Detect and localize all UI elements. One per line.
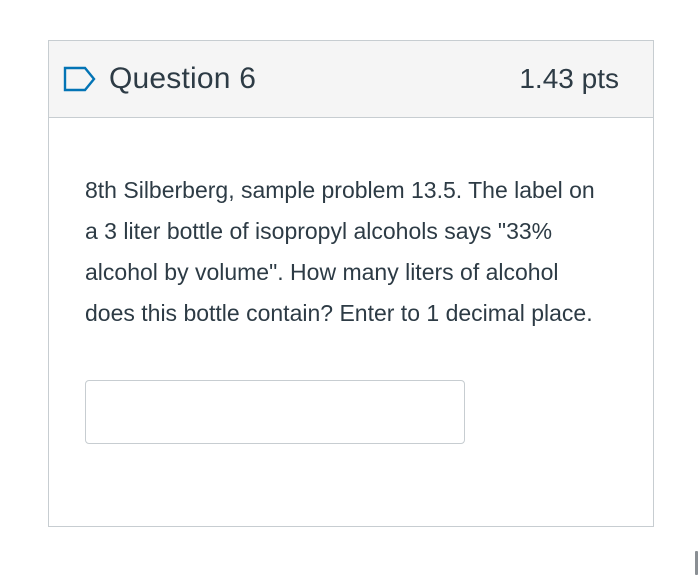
answer-input[interactable] (85, 380, 465, 444)
scrollbar-thumb[interactable] (695, 551, 698, 575)
question-card: Question 6 1.43 pts 8th Silberberg, samp… (48, 40, 654, 527)
question-points: 1.43 pts (519, 63, 619, 94)
question-header-left: Question 6 (63, 62, 256, 96)
question-header: Question 6 1.43 pts (49, 41, 653, 118)
question-body: 8th Silberberg, sample problem 13.5. The… (49, 118, 653, 444)
question-text: 8th Silberberg, sample problem 13.5. The… (85, 177, 595, 326)
question-title: Question 6 (109, 62, 257, 95)
bookmark-flag-icon[interactable] (63, 66, 97, 92)
